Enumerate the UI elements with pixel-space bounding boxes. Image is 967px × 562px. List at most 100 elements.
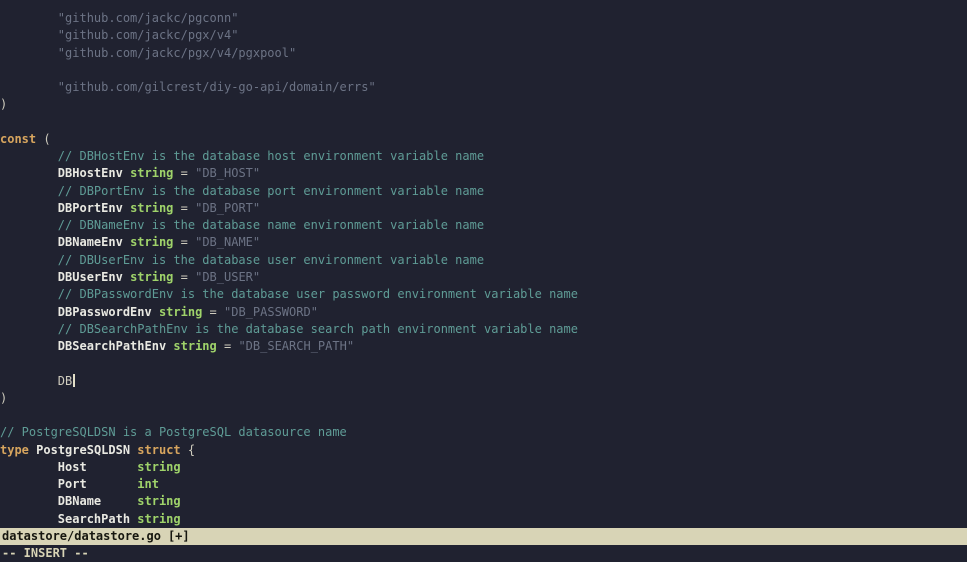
code-line[interactable]: "github.com/jackc/pgx/v4" [0,27,967,44]
code-line[interactable]: "github.com/gilcrest/diy-go-api/domain/e… [0,79,967,96]
code-line[interactable]: // DBPasswordEnv is the database user pa… [0,286,967,303]
code-token: DBPortEnv [57,200,123,215]
code-token: DBUserEnv [57,269,123,284]
code-line[interactable]: // DBSearchPathEnv is the database searc… [0,321,967,338]
code-token: "github.com/jackc/pgx/v4" [0,28,239,43]
code-token: struct [137,442,181,457]
code-line[interactable]: Port int [0,476,967,493]
code-area[interactable]: "github.com/jackc/pgconn" "github.com/ja… [0,0,967,528]
code-line[interactable]: SearchPath string [0,511,967,528]
code-line[interactable]: DBPortEnv string = "DB_PORT" [0,200,967,217]
code-line[interactable]: ) [0,390,967,407]
code-token: DBHostEnv [57,166,123,181]
code-token: const [0,131,37,146]
code-line[interactable]: // DBHostEnv is the database host enviro… [0,148,967,165]
code-token: string [137,494,181,509]
code-line[interactable]: DBSearchPathEnv string = "DB_SEARCH_PATH… [0,338,967,355]
code-token: DB [0,373,73,388]
code-token: string [137,459,181,474]
code-line[interactable] [0,355,967,372]
code-token: string [130,235,174,250]
code-token: string [130,200,174,215]
code-line[interactable]: DBNameEnv string = "DB_NAME" [0,234,967,251]
code-line[interactable]: DBName string [0,493,967,510]
code-line[interactable]: DBUserEnv string = "DB_USER" [0,269,967,286]
code-token: // DBUserEnv is the database user enviro… [0,252,485,267]
code-line[interactable]: // DBUserEnv is the database user enviro… [0,252,967,269]
code-line[interactable]: "github.com/jackc/pgx/v4/pgxpool" [0,45,967,62]
code-token: ) [0,390,8,405]
code-token: PostgreSQLDSN [36,442,131,457]
code-line[interactable]: const ( [0,131,967,148]
code-token: string [158,304,203,319]
code-token: "github.com/gilcrest/diy-go-api/domain/e… [0,80,376,95]
code-line[interactable]: Host string [0,459,967,476]
code-token: // DBNameEnv is the database name enviro… [0,218,485,233]
code-token: ( [36,131,51,146]
code-token: "github.com/jackc/pgconn" [0,11,239,25]
code-token: = [173,235,196,250]
code-line[interactable] [0,114,967,131]
code-token: ) [0,97,8,112]
statusline-filename: datastore/datastore.go [2,529,161,543]
code-line[interactable] [0,407,967,424]
code-token: string [137,511,181,526]
code-line[interactable]: // DBPortEnv is the database port enviro… [0,183,967,200]
code-token: Host [57,459,87,474]
code-token: // DBPasswordEnv is the database user pa… [0,287,578,302]
code-token: DBPasswordEnv [57,304,152,319]
code-token: "DB_PORT" [195,200,261,215]
vim-statusline: datastore/datastore.go [+] [0,528,967,545]
code-line[interactable] [0,62,967,79]
code-line[interactable]: "github.com/jackc/pgconn" [0,10,967,27]
code-token: int [137,477,159,492]
code-token: DBSearchPathEnv [57,339,167,354]
code-token: string [130,166,174,181]
code-token: // DBSearchPathEnv is the database searc… [0,321,578,336]
code-token: // DBPortEnv is the database port enviro… [0,183,485,198]
code-token: "DB_PASSWORD" [224,304,318,319]
code-line[interactable]: ) [0,96,967,113]
code-token: = [173,200,196,215]
code-token: string [173,339,217,354]
code-token: = [202,304,224,319]
code-token: "DB_USER" [195,269,261,284]
code-line[interactable]: DBHostEnv string = "DB_HOST" [0,165,967,182]
text-cursor [73,373,76,387]
code-token: = [173,269,196,284]
code-line[interactable]: // DBNameEnv is the database name enviro… [0,217,967,234]
code-token: // PostgreSQLDSN is a PostgreSQL datasou… [0,425,347,440]
code-line[interactable]: DB [0,373,967,390]
code-token: "github.com/jackc/pgx/v4/pgxpool" [0,45,297,60]
code-token: "DB_HOST" [195,166,261,181]
code-line[interactable]: // PostgreSQLDSN is a PostgreSQL datasou… [0,424,967,441]
code-token: "DB_SEARCH_PATH" [238,339,355,354]
code-token: = [173,166,196,181]
code-token: DBName [57,494,102,509]
code-line[interactable]: type PostgreSQLDSN struct { [0,442,967,459]
vim-editor: { "colors": { "background": "#202230", "… [0,0,967,562]
code-line[interactable]: DBPasswordEnv string = "DB_PASSWORD" [0,304,967,321]
code-token: "DB_NAME" [195,235,261,250]
code-token: = [216,339,239,354]
modified-indicator: [+] [167,529,190,543]
code-token: Port [57,477,87,492]
code-token: // DBHostEnv is the database host enviro… [0,149,485,164]
code-token: { [180,442,196,457]
